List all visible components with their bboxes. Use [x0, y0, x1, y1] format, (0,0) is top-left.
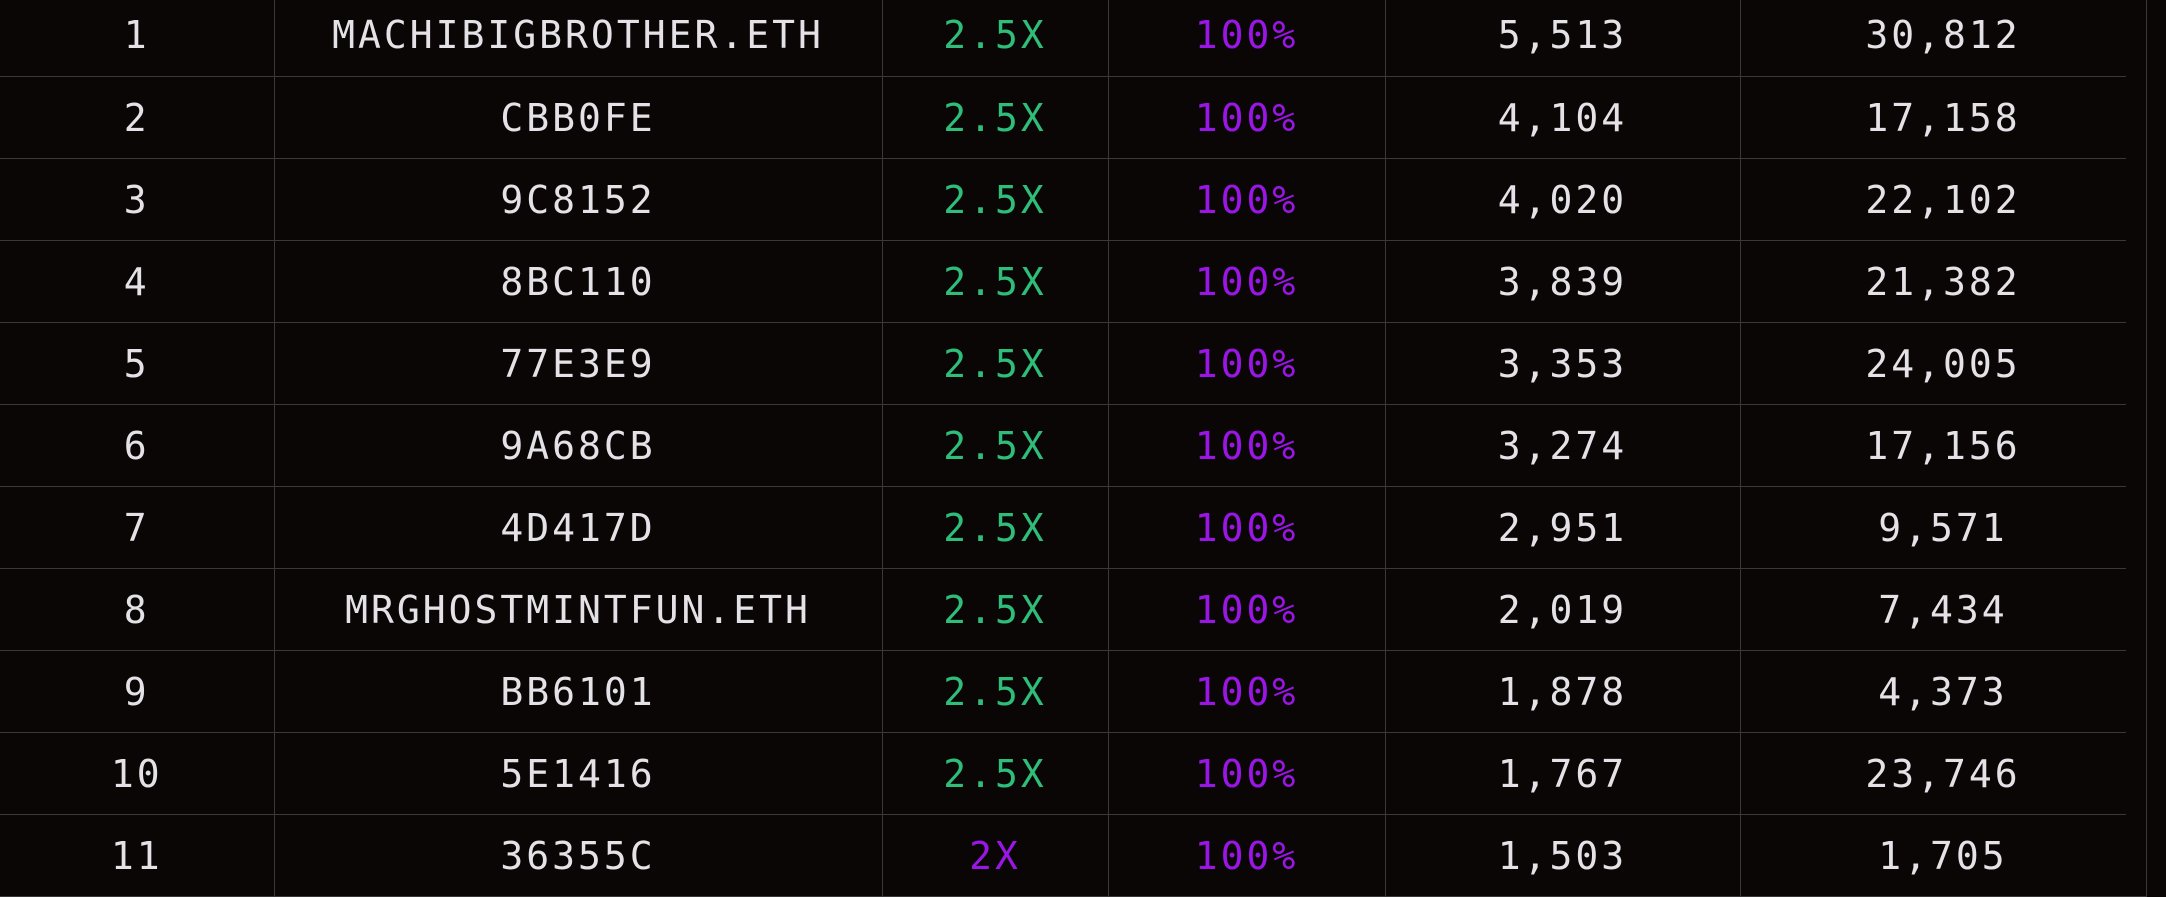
wallet-name-cell: 5E1416: [274, 732, 883, 815]
points-cell: 4,020: [1385, 158, 1741, 241]
percent-cell: 100%: [1108, 404, 1386, 487]
wallet-name-cell: CBB0FE: [274, 76, 883, 159]
multiplier-cell: 2X: [882, 814, 1109, 897]
points-cell: 3,839: [1385, 240, 1741, 323]
rank-cell: 11: [0, 814, 275, 897]
multiplier-cell: 2.5X: [882, 404, 1109, 487]
percent-cell: 100%: [1108, 486, 1386, 569]
total-cell: 9,571: [1740, 486, 2147, 569]
percent-cell: 100%: [1108, 650, 1386, 733]
percent-cell: 100%: [1108, 0, 1386, 77]
total-cell: 21,382: [1740, 240, 2147, 323]
wallet-name-cell: 9A68CB: [274, 404, 883, 487]
multiplier-cell: 2.5X: [882, 0, 1109, 77]
wallet-name-cell: MACHIBIGBROTHER.ETH: [274, 0, 883, 77]
points-cell: 3,353: [1385, 322, 1741, 405]
wallet-name-cell: 36355C: [274, 814, 883, 897]
total-cell: 4,373: [1740, 650, 2147, 733]
table-row: 5 77E3E9 2.5X 100% 3,353 24,005: [0, 322, 2147, 405]
table-row: 7 4D417D 2.5X 100% 2,951 9,571: [0, 486, 2147, 569]
total-cell: 17,158: [1740, 76, 2147, 159]
multiplier-cell: 2.5X: [882, 732, 1109, 815]
rank-cell: 3: [0, 158, 275, 241]
table-row: 2 CBB0FE 2.5X 100% 4,104 17,158: [0, 76, 2147, 159]
multiplier-cell: 2.5X: [882, 76, 1109, 159]
percent-cell: 100%: [1108, 568, 1386, 651]
total-cell: 23,746: [1740, 732, 2147, 815]
table-row: 11 36355C 2X 100% 1,503 1,705: [0, 814, 2147, 897]
points-cell: 3,274: [1385, 404, 1741, 487]
percent-cell: 100%: [1108, 240, 1386, 323]
multiplier-cell: 2.5X: [882, 486, 1109, 569]
table-row: 6 9A68CB 2.5X 100% 3,274 17,156: [0, 404, 2147, 487]
rank-cell: 10: [0, 732, 275, 815]
multiplier-cell: 2.5X: [882, 240, 1109, 323]
rank-cell: 6: [0, 404, 275, 487]
total-cell: 30,812: [1740, 0, 2147, 77]
right-edge: [2126, 0, 2146, 894]
table-row: 1 MACHIBIGBROTHER.ETH 2.5X 100% 5,513 30,812: [0, 0, 2147, 77]
leaderboard-panel: 1 MACHIBIGBROTHER.ETH 2.5X 100% 5,513 30,812 2…: [0, 0, 2147, 897]
points-cell: 1,878: [1385, 650, 1741, 733]
points-cell: 2,019: [1385, 568, 1741, 651]
percent-cell: 100%: [1108, 814, 1386, 897]
rank-cell: 5: [0, 322, 275, 405]
wallet-name-cell: 77E3E9: [274, 322, 883, 405]
percent-cell: 100%: [1108, 76, 1386, 159]
table-row: 10 5E1416 2.5X 100% 1,767 23,746: [0, 732, 2147, 815]
points-cell: 1,503: [1385, 814, 1741, 897]
table-row: 3 9C8152 2.5X 100% 4,020 22,102: [0, 158, 2147, 241]
wallet-name-cell: BB6101: [274, 650, 883, 733]
points-cell: 2,951: [1385, 486, 1741, 569]
rank-cell: 1: [0, 0, 275, 77]
rank-cell: 7: [0, 486, 275, 569]
rank-cell: 9: [0, 650, 275, 733]
wallet-name-cell: MRGHOSTMINTFUN.ETH: [274, 568, 883, 651]
total-cell: 22,102: [1740, 158, 2147, 241]
leaderboard-body: 1 MACHIBIGBROTHER.ETH 2.5X 100% 5,513 30,812 2…: [0, 0, 2147, 897]
multiplier-cell: 2.5X: [882, 322, 1109, 405]
multiplier-cell: 2.5X: [882, 158, 1109, 241]
wallet-name-cell: 8BC110: [274, 240, 883, 323]
multiplier-cell: 2.5X: [882, 650, 1109, 733]
rank-cell: 4: [0, 240, 275, 323]
rank-cell: 2: [0, 76, 275, 159]
points-cell: 4,104: [1385, 76, 1741, 159]
total-cell: 1,705: [1740, 814, 2147, 897]
total-cell: 7,434: [1740, 568, 2147, 651]
table-row: 9 BB6101 2.5X 100% 1,878 4,373: [0, 650, 2147, 733]
leaderboard-table: 1 MACHIBIGBROTHER.ETH 2.5X 100% 5,513 30,812 2…: [0, 0, 2147, 897]
points-cell: 1,767: [1385, 732, 1741, 815]
multiplier-cell: 2.5X: [882, 568, 1109, 651]
percent-cell: 100%: [1108, 732, 1386, 815]
rank-cell: 8: [0, 568, 275, 651]
table-row: 4 8BC110 2.5X 100% 3,839 21,382: [0, 240, 2147, 323]
wallet-name-cell: 4D417D: [274, 486, 883, 569]
points-cell: 5,513: [1385, 0, 1741, 77]
total-cell: 17,156: [1740, 404, 2147, 487]
total-cell: 24,005: [1740, 322, 2147, 405]
percent-cell: 100%: [1108, 322, 1386, 405]
wallet-name-cell: 9C8152: [274, 158, 883, 241]
percent-cell: 100%: [1108, 158, 1386, 241]
table-row: 8 MRGHOSTMINTFUN.ETH 2.5X 100% 2,019 7,434: [0, 568, 2147, 651]
